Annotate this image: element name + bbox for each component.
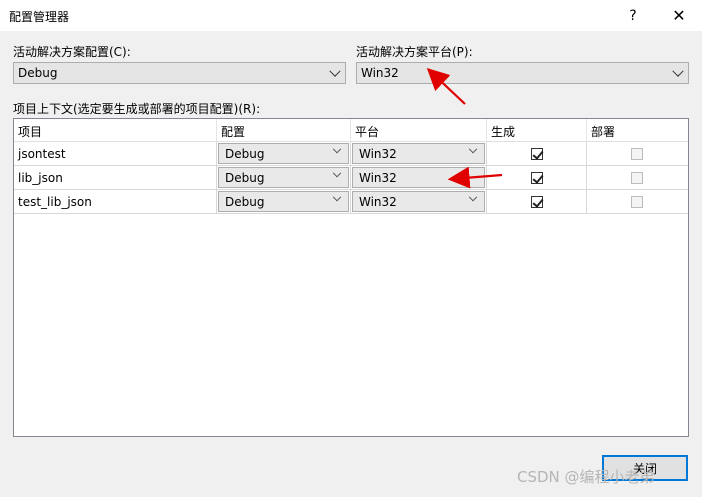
annotation-arrow-row-platform [447,166,503,189]
annotation-arrows [426,67,503,189]
annotation-arrow-platform [426,67,466,105]
